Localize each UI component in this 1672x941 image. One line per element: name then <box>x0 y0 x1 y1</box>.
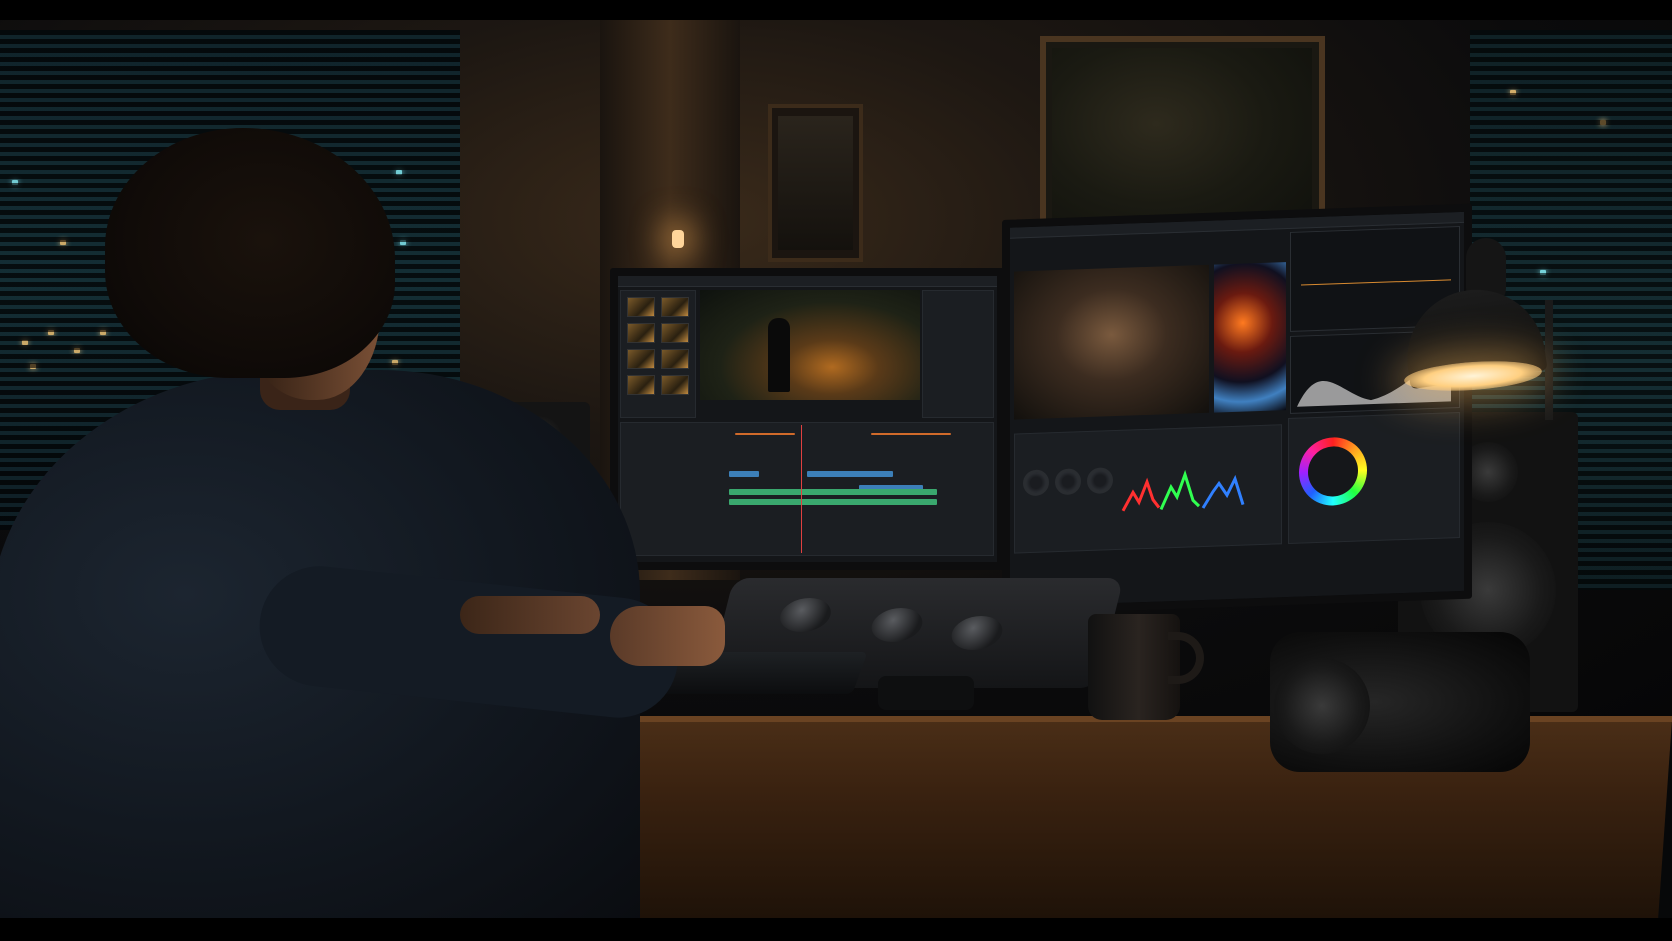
coffee-mug <box>1088 614 1180 720</box>
monitor-left <box>610 268 1005 570</box>
media-bin-panel <box>620 290 696 418</box>
letterbox-top <box>0 0 1672 20</box>
color-wheel-panel <box>1288 412 1460 545</box>
editor-screen <box>618 276 997 562</box>
program-viewer <box>700 290 920 400</box>
picture-small-artwork <box>778 116 853 250</box>
trackball-icon <box>776 598 835 632</box>
grading-viewer <box>1014 264 1209 420</box>
wall-sconce <box>672 230 684 248</box>
menu-bar <box>618 276 997 287</box>
gain-wheel-icon[interactable] <box>1087 467 1113 495</box>
photo-scene <box>0 0 1672 941</box>
person-right-hand <box>610 606 725 666</box>
timeline-panel <box>620 422 994 556</box>
picture-large-artwork <box>1052 48 1312 238</box>
person-left-hand <box>460 596 600 634</box>
camera <box>1270 632 1530 772</box>
primaries-panel <box>1014 424 1282 554</box>
effects-panel <box>922 290 994 418</box>
remote-device <box>878 676 974 710</box>
gamma-wheel-icon[interactable] <box>1055 468 1081 496</box>
monitor-right <box>1002 203 1472 616</box>
rgb-waveform-scope <box>1121 469 1245 512</box>
trackball-icon <box>867 608 927 642</box>
color-grading-screen <box>1010 211 1464 607</box>
lift-wheel-icon[interactable] <box>1023 469 1049 497</box>
letterbox-bottom <box>0 918 1672 941</box>
trackball-icon <box>947 616 1007 650</box>
secondary-viewer <box>1214 262 1286 413</box>
